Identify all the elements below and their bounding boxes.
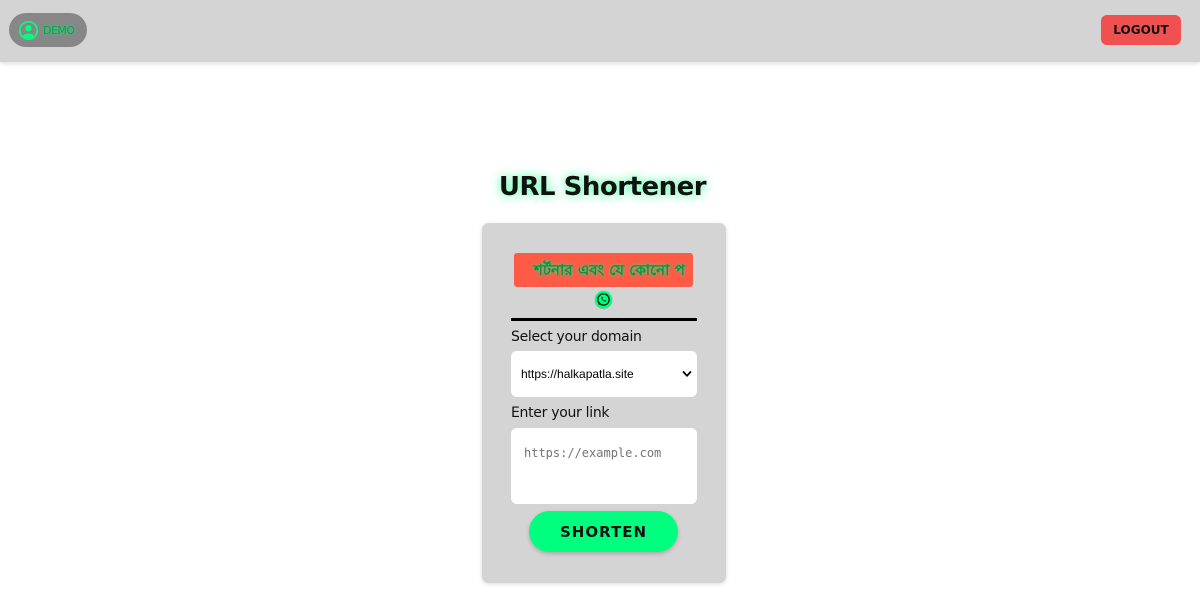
- domain-label: Select your domain: [511, 329, 642, 345]
- marquee-text: শর্টনার এবং যে কোনো প: [534, 261, 685, 279]
- user-avatar-icon: [18, 20, 39, 40]
- page-title: URL Shortener: [498, 172, 707, 202]
- user-name-label: DEMO: [43, 23, 75, 37]
- chevron-down-icon: [682, 371, 692, 377]
- user-profile-button[interactable]: DEMO: [9, 13, 87, 47]
- logout-button[interactable]: LOGOUT: [1101, 15, 1181, 45]
- domain-select[interactable]: https://halkapatla.site: [511, 351, 697, 397]
- whatsapp-icon[interactable]: [593, 289, 614, 310]
- link-input[interactable]: https://example.com: [511, 428, 697, 504]
- shortener-card: শর্টনার এবং যে কোনো প Select your domain…: [482, 223, 726, 583]
- announcement-marquee: শর্টনার এবং যে কোনো প: [514, 253, 693, 287]
- divider-line: [511, 318, 697, 321]
- link-input-placeholder: https://example.com: [524, 446, 662, 460]
- shorten-button[interactable]: SHORTEN: [529, 511, 678, 552]
- domain-select-value: https://halkapatla.site: [521, 367, 634, 381]
- link-label: Enter your link: [511, 405, 610, 421]
- top-navbar: DEMO LOGOUT: [0, 0, 1200, 62]
